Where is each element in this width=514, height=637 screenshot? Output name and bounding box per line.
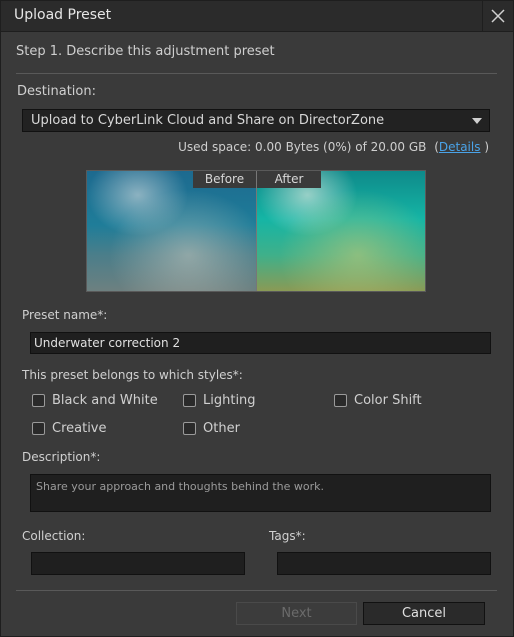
checkbox-black-and-white[interactable] — [32, 394, 45, 407]
collection-label: Collection: — [22, 529, 86, 543]
tags-label: Tags*: — [269, 529, 306, 543]
title-bar: Upload Preset — [1, 1, 513, 32]
chevron-down-icon — [472, 118, 482, 124]
used-space-text: Used space: 0.00 Bytes (0%) of 20.00 GB — [178, 140, 427, 154]
paren-close: ) — [484, 140, 489, 154]
checkbox-label-creative: Creative — [52, 421, 107, 436]
details-link[interactable]: Details — [439, 140, 481, 154]
before-after-preview: Before After — [86, 170, 426, 292]
dialog-title: Upload Preset — [14, 7, 112, 23]
step-heading: Step 1. Describe this adjustment preset — [16, 44, 275, 59]
used-space: Used space: 0.00 Bytes (0%) of 20.00 GB … — [178, 140, 489, 154]
description-label: Description*: — [22, 450, 101, 464]
preset-name-value: Underwater correction 2 — [34, 336, 181, 350]
destination-selected: Upload to CyberLink Cloud and Share on D… — [31, 113, 385, 128]
close-icon — [491, 9, 505, 23]
styles-label: This preset belongs to which styles*: — [22, 368, 243, 382]
before-label: Before — [193, 171, 256, 188]
cancel-button[interactable]: Cancel — [363, 602, 485, 625]
divider — [16, 73, 497, 74]
close-button[interactable] — [482, 1, 513, 31]
tags-input[interactable] — [277, 552, 491, 575]
collection-input[interactable] — [31, 552, 245, 575]
checkbox-label-color-shift: Color Shift — [354, 393, 422, 408]
preset-name-input[interactable]: Underwater correction 2 — [30, 332, 491, 354]
checkbox-label-other: Other — [203, 421, 240, 436]
destination-label: Destination: — [17, 84, 96, 99]
preview-divider — [256, 171, 257, 291]
checkbox-other[interactable] — [183, 422, 196, 435]
checkbox-label-lighting: Lighting — [203, 393, 256, 408]
before-image — [87, 171, 256, 291]
description-input[interactable]: Share your approach and thoughts behind … — [30, 474, 491, 512]
preset-name-label: Preset name*: — [22, 308, 108, 322]
checkbox-color-shift[interactable] — [334, 394, 347, 407]
footer-divider — [16, 590, 497, 591]
checkbox-creative[interactable] — [32, 422, 45, 435]
upload-preset-dialog: Upload Preset Step 1. Describe this adju… — [0, 0, 514, 637]
checkbox-label-black-and-white: Black and White — [52, 393, 158, 408]
destination-dropdown[interactable]: Upload to CyberLink Cloud and Share on D… — [22, 109, 490, 132]
checkbox-lighting[interactable] — [183, 394, 196, 407]
after-image — [257, 171, 425, 291]
description-placeholder: Share your approach and thoughts behind … — [36, 480, 325, 493]
next-button[interactable]: Next — [236, 602, 357, 625]
after-label: After — [257, 171, 321, 188]
